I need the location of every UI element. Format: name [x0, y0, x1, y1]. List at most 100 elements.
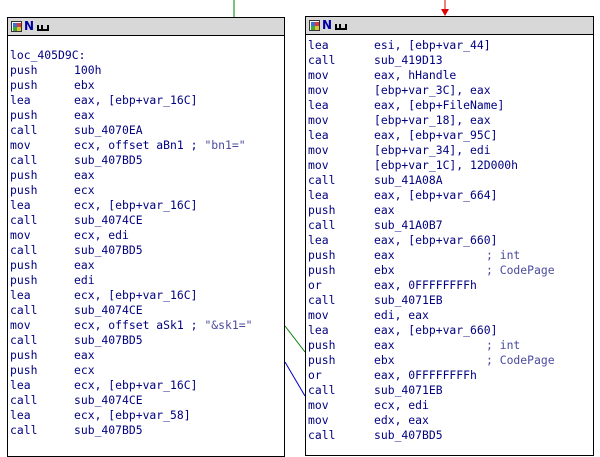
- instruction-row[interactable]: lea esi, [ebp+var_44]: [308, 38, 593, 53]
- instruction-row[interactable]: mov ecx, edi: [308, 398, 593, 413]
- operands: ecx, offset aSk1 ;: [74, 318, 198, 332]
- instruction-row[interactable]: push edi: [10, 273, 284, 288]
- instruction-row[interactable]: mov ecx, offset aBn1 ; "bn1=": [10, 138, 284, 153]
- operands: eax: [374, 248, 395, 262]
- instruction-row[interactable]: call sub_4071EB: [308, 293, 593, 308]
- block-header: N: [306, 17, 593, 35]
- spacer-row: [10, 39, 284, 48]
- operands: eax: [74, 258, 95, 272]
- operands: ecx, offset aBn1 ;: [74, 138, 198, 152]
- instruction-row[interactable]: lea eax, [ebp+var_664]: [308, 188, 593, 203]
- instruction-row[interactable]: lea eax, [ebp+var_16C]: [10, 93, 284, 108]
- instruction-row[interactable]: call sub_407BD5: [10, 153, 284, 168]
- instruction-row[interactable]: call sub_407BD5: [10, 243, 284, 258]
- instruction-row[interactable]: or eax, 0FFFFFFFFh: [308, 278, 593, 293]
- instruction-row[interactable]: mov edi, eax: [308, 308, 593, 323]
- instruction-row[interactable]: call sub_407BD5: [308, 428, 593, 443]
- instruction-row[interactable]: mov [ebp+var_1C], 12D000h: [308, 158, 593, 173]
- instruction-row[interactable]: mov ecx, offset aSk1 ; "&sk1=": [10, 318, 284, 333]
- instruction-row[interactable]: call sub_407BD5: [10, 333, 284, 348]
- operands: eax: [74, 168, 95, 182]
- instruction-row[interactable]: push ebx: [10, 78, 284, 93]
- instruction-row[interactable]: push ebx ; CodePage: [308, 353, 593, 368]
- instruction-row[interactable]: lea ecx, [ebp+var_58]: [10, 408, 284, 423]
- instruction-row[interactable]: mov eax, hHandle: [308, 68, 593, 83]
- code-label[interactable]: loc_405D9C:: [10, 48, 284, 63]
- mnemonic: mov: [308, 308, 329, 322]
- operands: eax, [ebp+var_16C]: [74, 93, 198, 107]
- instruction-row[interactable]: push eax: [10, 348, 284, 363]
- group-nodes-icon[interactable]: [36, 21, 50, 32]
- mnemonic: lea: [308, 128, 329, 142]
- instruction-row[interactable]: push eax: [10, 108, 284, 123]
- operands: eax, [ebp+var_95C]: [374, 128, 498, 142]
- operands: eax: [74, 348, 95, 362]
- instruction-row[interactable]: call sub_4074CE: [10, 213, 284, 228]
- operands: sub_407BD5: [74, 243, 143, 257]
- operands: eax, hHandle: [374, 68, 457, 82]
- operands: [ebp+var_34], edi: [374, 143, 491, 157]
- instruction-row[interactable]: call sub_407BD5: [10, 423, 284, 438]
- instruction-row[interactable]: call sub_41A08A: [308, 173, 593, 188]
- rename-icon[interactable]: N: [322, 19, 332, 31]
- instruction-row[interactable]: lea eax, [ebp+var_660]: [308, 233, 593, 248]
- operands: sub_407BD5: [74, 423, 143, 437]
- instruction-row[interactable]: push eax: [308, 203, 593, 218]
- instruction-row[interactable]: lea ecx, [ebp+var_16C]: [10, 288, 284, 303]
- instruction-row[interactable]: push 100h: [10, 63, 284, 78]
- instruction-row[interactable]: push ecx: [10, 183, 284, 198]
- mnemonic: push: [308, 203, 336, 217]
- mnemonic: call: [10, 243, 38, 257]
- instruction-row[interactable]: call sub_419D13: [308, 53, 593, 68]
- instruction-row[interactable]: mov edx, eax: [308, 413, 593, 428]
- right-code-block[interactable]: N lea esi, [ebp+var_44] call sub_419D13 mov e…: [305, 16, 594, 456]
- instruction-row[interactable]: lea ecx, [ebp+var_16C]: [10, 198, 284, 213]
- blue-edge-right: [284, 361, 306, 397]
- instruction-row[interactable]: lea eax, [ebp+FileName]: [308, 98, 593, 113]
- operands: sub_407BD5: [374, 428, 443, 442]
- operands: ebx: [74, 78, 95, 92]
- instruction-row[interactable]: mov [ebp+var_3C], eax: [308, 83, 593, 98]
- operands: ecx, [ebp+var_58]: [74, 408, 191, 422]
- mnemonic: mov: [308, 68, 329, 82]
- mnemonic: mov: [308, 413, 329, 427]
- instruction-row[interactable]: push eax: [10, 258, 284, 273]
- instruction-row[interactable]: push eax ; int: [308, 338, 593, 353]
- operands: eax, 0FFFFFFFFh: [374, 368, 477, 382]
- instruction-row[interactable]: mov [ebp+var_18], eax: [308, 113, 593, 128]
- operands: ecx, edi: [74, 228, 129, 242]
- instruction-row[interactable]: lea eax, [ebp+var_660]: [308, 323, 593, 338]
- instruction-row[interactable]: mov ecx, edi: [10, 228, 284, 243]
- left-code-block[interactable]: N loc_405D9C: push 100h push ebx lea eax, [ebp…: [7, 17, 285, 457]
- instruction-row[interactable]: push eax ; int: [308, 248, 593, 263]
- operands: 100h: [74, 63, 102, 77]
- operands: eax, [ebp+var_660]: [374, 323, 498, 337]
- instruction-row[interactable]: call sub_4074CE: [10, 303, 284, 318]
- instruction-row[interactable]: push ecx: [10, 363, 284, 378]
- instruction-row[interactable]: mov [ebp+var_34], edi: [308, 143, 593, 158]
- instruction-row[interactable]: lea ecx, [ebp+var_16C]: [10, 378, 284, 393]
- instruction-row[interactable]: call sub_4071EB: [308, 383, 593, 398]
- mnemonic: mov: [308, 143, 329, 157]
- instruction-list: lea esi, [ebp+var_44] call sub_419D13 mov eax…: [306, 35, 593, 443]
- instruction-row[interactable]: call sub_4074CE: [10, 393, 284, 408]
- instruction-row[interactable]: or eax, 0FFFFFFFFh: [308, 368, 593, 383]
- graph-color-icon[interactable]: [11, 21, 22, 32]
- instruction-row[interactable]: push ebx ; CodePage: [308, 263, 593, 278]
- instruction-row[interactable]: call sub_4070EA: [10, 123, 284, 138]
- instruction-row[interactable]: push eax: [10, 168, 284, 183]
- operands: eax, 0FFFFFFFFh: [374, 278, 477, 292]
- instruction-row[interactable]: lea eax, [ebp+var_95C]: [308, 128, 593, 143]
- mnemonic: push: [10, 168, 38, 182]
- instruction-row[interactable]: call sub_41A0B7: [308, 218, 593, 233]
- group-nodes-icon[interactable]: [334, 20, 348, 31]
- mnemonic: push: [10, 78, 38, 92]
- mnemonic: mov: [10, 138, 31, 152]
- operands: [ebp+var_18], eax: [374, 113, 491, 127]
- comment: ; int: [486, 338, 521, 352]
- mnemonic: call: [10, 333, 38, 347]
- mnemonic: call: [10, 153, 38, 167]
- rename-icon[interactable]: N: [24, 20, 34, 32]
- graph-color-icon[interactable]: [309, 20, 320, 31]
- operands: eax, [ebp+FileName]: [374, 98, 505, 112]
